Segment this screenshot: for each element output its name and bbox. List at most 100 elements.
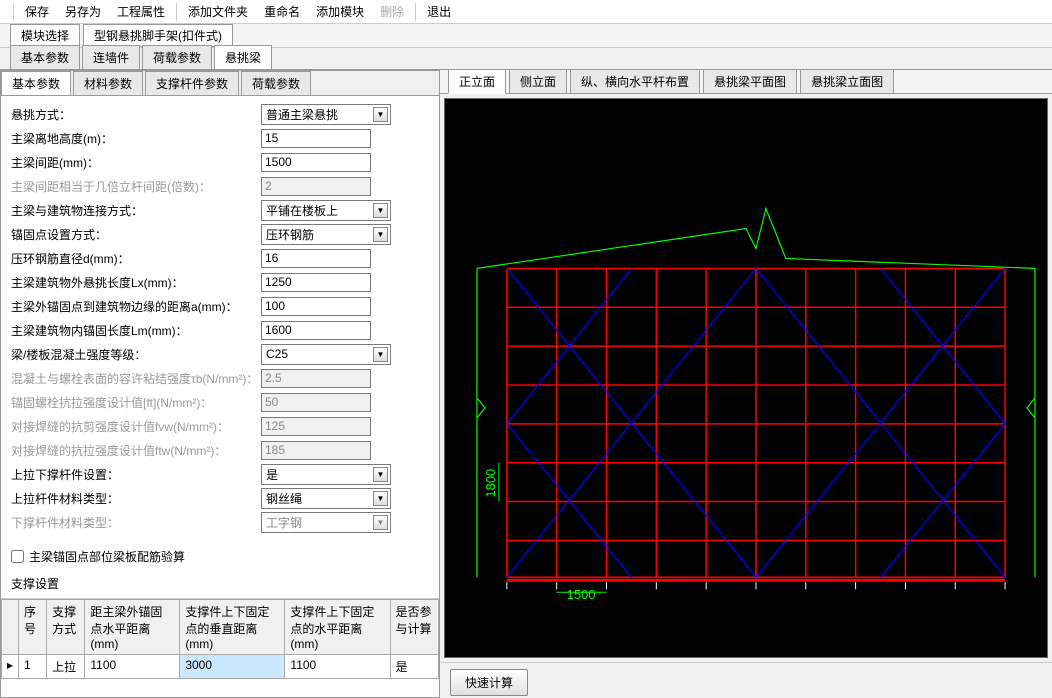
addmodule-btn[interactable]: 添加模块 [308, 0, 372, 23]
save-btn[interactable]: 保存 [17, 0, 57, 23]
lbl-cantilever-len: 主梁建筑物外悬挑长度Lx(mm)： [11, 274, 261, 291]
inp-bond [261, 369, 371, 388]
lbl-bottommat: 下撑杆件材料类型： [11, 514, 261, 531]
delete-btn[interactable]: 删除 [372, 0, 412, 23]
divider [415, 3, 416, 21]
lbl-weldshear: 对接焊缝的抗剪强度设计值fvw(N/mm²)： [11, 418, 261, 435]
th-topvert: 支撑件上下固定点的垂直距离(mm) [180, 600, 285, 655]
left-panel: 基本参数 材料参数 支撑杆件参数 荷载参数 悬挑方式：普通主梁悬挑▼ 主梁离地高… [0, 70, 440, 698]
inp-ring-diameter[interactable] [261, 249, 371, 268]
divider [176, 3, 177, 21]
dim-1800: 1800 [483, 469, 498, 498]
inp-weldshear [261, 417, 371, 436]
saveas-btn[interactable]: 另存为 [57, 0, 109, 23]
view-tabs: 正立面 侧立面 纵、横向水平杆布置 悬挑梁平面图 悬挑梁立面图 [440, 70, 1052, 94]
inp-beam-spacing[interactable] [261, 153, 371, 172]
viewtab-front[interactable]: 正立面 [448, 69, 506, 94]
lbl-bolt: 锚固螺栓抗拉强度设计值[ft](N/mm²)： [11, 394, 261, 411]
addfolder-btn[interactable]: 添加文件夹 [180, 0, 256, 23]
subtab-load[interactable]: 荷载参数 [241, 71, 311, 95]
lbl-topmat: 上拉杆件材料类型： [11, 490, 261, 507]
row-indicator-icon: ▸ [2, 655, 19, 679]
inp-inner-anchor[interactable] [261, 321, 371, 340]
inp-beam-height[interactable] [261, 129, 371, 148]
dropdown-icon: ▼ [373, 467, 388, 482]
th-horiz: 距主梁外锚固点水平距离(mm) [85, 600, 180, 655]
lbl-ring-diameter: 压环钢筋直径d(mm)： [11, 250, 261, 267]
viewtab-elevation[interactable]: 悬挑梁立面图 [800, 69, 894, 94]
exit-btn[interactable]: 退出 [419, 0, 459, 23]
rename-btn[interactable]: 重命名 [256, 0, 308, 23]
lbl-bond: 混凝土与螺栓表面的容许粘结强度τb(N/mm²)： [11, 370, 261, 387]
lbl-cantilever-mode: 悬挑方式： [11, 106, 261, 123]
support-section-title: 支撑设置 [1, 569, 439, 598]
cell-horiz[interactable]: 1100 [85, 655, 180, 679]
dim-1500: 1500 [567, 587, 596, 602]
inp-bolt [261, 393, 371, 412]
reinforce-checkbox[interactable] [11, 550, 24, 563]
dropdown-icon: ▼ [373, 203, 388, 218]
lbl-beam-height: 主梁离地高度(m)： [11, 130, 261, 147]
dropdown-icon: ▼ [373, 491, 388, 506]
support-table: 序号 支撑方式 距主梁外锚固点水平距离(mm) 支撑件上下固定点的垂直距离(mm… [1, 598, 439, 697]
dropdown-icon: ▼ [373, 515, 388, 530]
subtab-basic[interactable]: 基本参数 [1, 71, 71, 95]
sel-topbottom[interactable]: 是▼ [261, 464, 391, 485]
dropdown-icon: ▼ [373, 107, 388, 122]
lbl-concrete: 梁/楼板混凝土强度等级： [11, 346, 261, 363]
checkbox-row: 主梁锚固点部位梁板配筋验算 [1, 544, 439, 569]
cell-mode[interactable]: 上拉 [47, 655, 85, 679]
sel-bottommat: 工字钢▼ [261, 512, 391, 533]
cell-calc[interactable]: 是 [390, 655, 439, 679]
subtab-material[interactable]: 材料参数 [73, 71, 143, 95]
inp-cantilever-len[interactable] [261, 273, 371, 292]
viewtab-horizontal[interactable]: 纵、横向水平杆布置 [570, 69, 700, 94]
drawing-canvas[interactable]: 1800 1500 [444, 98, 1048, 658]
right-panel: 正立面 侧立面 纵、横向水平杆布置 悬挑梁平面图 悬挑梁立面图 [440, 70, 1052, 698]
module-select-btn[interactable]: 模块选择 [10, 24, 80, 47]
inp-anchor-edge[interactable] [261, 297, 371, 316]
checkbox-label: 主梁锚固点部位梁板配筋验算 [29, 548, 185, 565]
divider [13, 3, 14, 21]
cell-num[interactable]: 1 [19, 655, 47, 679]
lbl-anchor-mode: 锚固点设置方式： [11, 226, 261, 243]
lbl-anchor-edge: 主梁外锚固点到建筑物边缘的距离a(mm)： [11, 298, 261, 315]
th-calc: 是否参与计算 [390, 600, 439, 655]
quick-calc-button[interactable]: 快速计算 [450, 669, 528, 696]
lbl-beam-spacing: 主梁间距(mm)： [11, 154, 261, 171]
lbl-connect-mode: 主梁与建筑物连接方式： [11, 202, 261, 219]
cell-topvert[interactable]: 3000 [180, 655, 285, 679]
tab-basic[interactable]: 基本参数 [10, 45, 80, 69]
steel-cantilever-btn[interactable]: 型钢悬挑脚手架(扣件式) [83, 24, 233, 47]
sel-concrete[interactable]: C25▼ [261, 344, 391, 365]
viewtab-side[interactable]: 侧立面 [509, 69, 567, 94]
inp-weldtensile [261, 441, 371, 460]
subtab-support[interactable]: 支撑杆件参数 [145, 71, 239, 95]
form-area: 悬挑方式：普通主梁悬挑▼ 主梁离地高度(m)： 主梁间距(mm)： 主梁间距相当… [1, 96, 439, 544]
dropdown-icon: ▼ [373, 347, 388, 362]
sel-anchor-mode[interactable]: 压环钢筋▼ [261, 224, 391, 245]
cell-tophoriz[interactable]: 1100 [285, 655, 390, 679]
inp-spacing-ratio [261, 177, 371, 196]
tab-load[interactable]: 荷载参数 [142, 45, 212, 69]
tab-cantilever[interactable]: 悬挑梁 [214, 45, 272, 69]
tab-wall[interactable]: 连墙件 [82, 45, 140, 69]
sel-connect-mode[interactable]: 平铺在楼板上▼ [261, 200, 391, 221]
main-tabs: 基本参数 连墙件 荷载参数 悬挑梁 [0, 48, 1052, 70]
sel-cantilever-mode[interactable]: 普通主梁悬挑▼ [261, 104, 391, 125]
sel-topmat[interactable]: 钢丝绳▼ [261, 488, 391, 509]
th-tophoriz: 支撑件上下固定点的水平距离(mm) [285, 600, 390, 655]
lbl-topbottom: 上拉下撑杆件设置： [11, 466, 261, 483]
lbl-inner-anchor: 主梁建筑物内锚固长度Lm(mm)： [11, 322, 261, 339]
props-btn[interactable]: 工程属性 [109, 0, 173, 23]
table-row[interactable]: ▸ 1 上拉 1100 3000 1100 是 [2, 655, 439, 679]
dropdown-icon: ▼ [373, 227, 388, 242]
th-mode: 支撑方式 [47, 600, 85, 655]
lbl-spacing-ratio: 主梁间距相当于几倍立杆间距(倍数)： [11, 178, 261, 195]
subtabs: 基本参数 材料参数 支撑杆件参数 荷载参数 [1, 71, 439, 96]
viewtab-plan[interactable]: 悬挑梁平面图 [703, 69, 797, 94]
bottom-bar: 快速计算 [440, 662, 1052, 698]
th-num: 序号 [19, 600, 47, 655]
th-indicator [2, 600, 19, 655]
lbl-weldtensile: 对接焊缝的抗拉强度设计值ftw(N/mm²)： [11, 442, 261, 459]
